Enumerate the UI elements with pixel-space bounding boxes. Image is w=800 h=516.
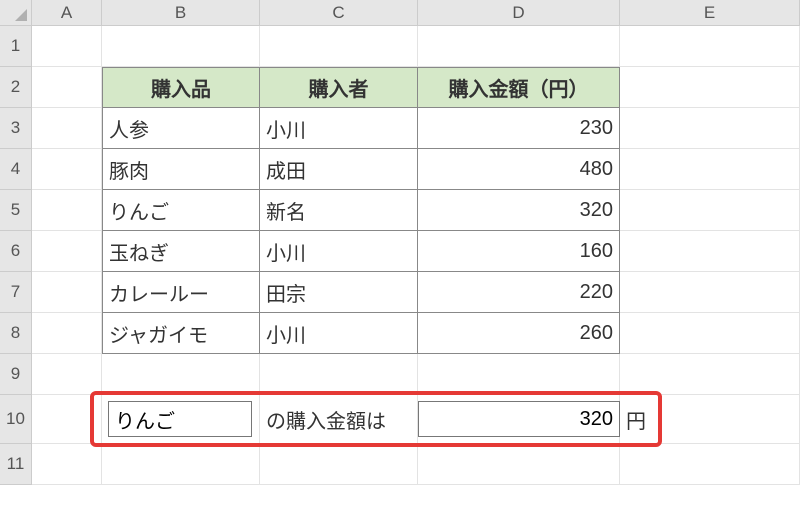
lookup-result-box[interactable]: 320 bbox=[418, 401, 620, 437]
cell-A4[interactable] bbox=[32, 149, 102, 190]
cell-A1[interactable] bbox=[32, 26, 102, 67]
col-header-E[interactable]: E bbox=[620, 0, 800, 26]
cell-D7[interactable]: 220 bbox=[418, 272, 620, 313]
row-header-8[interactable]: 8 bbox=[0, 313, 32, 354]
col-header-D[interactable]: D bbox=[418, 0, 620, 26]
col-header-A[interactable]: A bbox=[32, 0, 102, 26]
cell-A2[interactable] bbox=[32, 67, 102, 108]
lookup-item-box[interactable]: りんご bbox=[108, 401, 252, 437]
cell-E7[interactable] bbox=[620, 272, 800, 313]
cell-E1[interactable] bbox=[620, 26, 800, 67]
row-header-3[interactable]: 3 bbox=[0, 108, 32, 149]
cell-B1[interactable] bbox=[102, 26, 260, 67]
cell-B11[interactable] bbox=[102, 444, 260, 485]
cell-D8[interactable]: 260 bbox=[418, 313, 620, 354]
header-buyer: 購入者 bbox=[309, 73, 369, 102]
cell-E8[interactable] bbox=[620, 313, 800, 354]
cell-C10[interactable]: の購入金額は bbox=[260, 395, 418, 444]
row-header-7[interactable]: 7 bbox=[0, 272, 32, 313]
header-item: 購入品 bbox=[151, 73, 211, 102]
lookup-end-label: 円 bbox=[626, 405, 646, 434]
cell-C9[interactable] bbox=[260, 354, 418, 395]
cell-E10[interactable]: 円 bbox=[620, 395, 800, 444]
cell-A10[interactable] bbox=[32, 395, 102, 444]
cell-B6[interactable]: 玉ねぎ bbox=[102, 231, 260, 272]
cell-D3[interactable]: 230 bbox=[418, 108, 620, 149]
cell-A6[interactable] bbox=[32, 231, 102, 272]
cell-B7[interactable]: カレールー bbox=[102, 272, 260, 313]
cell-D9[interactable] bbox=[418, 354, 620, 395]
cell-C7[interactable]: 田宗 bbox=[260, 272, 418, 313]
col-header-B[interactable]: B bbox=[102, 0, 260, 26]
row-header-10[interactable]: 10 bbox=[0, 395, 32, 444]
cell-A7[interactable] bbox=[32, 272, 102, 313]
cell-A5[interactable] bbox=[32, 190, 102, 231]
cell-B4[interactable]: 豚肉 bbox=[102, 149, 260, 190]
cell-D4[interactable]: 480 bbox=[418, 149, 620, 190]
cell-C8[interactable]: 小川 bbox=[260, 313, 418, 354]
cell-C5[interactable]: 新名 bbox=[260, 190, 418, 231]
row-header-2[interactable]: 2 bbox=[0, 67, 32, 108]
cell-C3[interactable]: 小川 bbox=[260, 108, 418, 149]
row-header-6[interactable]: 6 bbox=[0, 231, 32, 272]
cell-E9[interactable] bbox=[620, 354, 800, 395]
row-header-5[interactable]: 5 bbox=[0, 190, 32, 231]
cell-C6[interactable]: 小川 bbox=[260, 231, 418, 272]
cell-C1[interactable] bbox=[260, 26, 418, 67]
col-header-C[interactable]: C bbox=[260, 0, 418, 26]
cell-A3[interactable] bbox=[32, 108, 102, 149]
cell-E3[interactable] bbox=[620, 108, 800, 149]
cell-B5[interactable]: りんご bbox=[102, 190, 260, 231]
row-header-11[interactable]: 11 bbox=[0, 444, 32, 485]
row-header-9[interactable]: 9 bbox=[0, 354, 32, 395]
cell-D2[interactable]: 購入金額（円） bbox=[418, 67, 620, 108]
cell-A8[interactable] bbox=[32, 313, 102, 354]
select-all-corner[interactable] bbox=[0, 0, 32, 26]
row-header-1[interactable]: 1 bbox=[0, 26, 32, 67]
cell-B3[interactable]: 人参 bbox=[102, 108, 260, 149]
cell-B9[interactable] bbox=[102, 354, 260, 395]
cell-C2[interactable]: 購入者 bbox=[260, 67, 418, 108]
cell-D11[interactable] bbox=[418, 444, 620, 485]
cell-C4[interactable]: 成田 bbox=[260, 149, 418, 190]
cell-B2[interactable]: 購入品 bbox=[102, 67, 260, 108]
cell-D1[interactable] bbox=[418, 26, 620, 67]
cell-E11[interactable] bbox=[620, 444, 800, 485]
cell-B8[interactable]: ジャガイモ bbox=[102, 313, 260, 354]
cell-D5[interactable]: 320 bbox=[418, 190, 620, 231]
cell-D6[interactable]: 160 bbox=[418, 231, 620, 272]
cell-A9[interactable] bbox=[32, 354, 102, 395]
row-header-4[interactable]: 4 bbox=[0, 149, 32, 190]
cell-A11[interactable] bbox=[32, 444, 102, 485]
cell-E2[interactable] bbox=[620, 67, 800, 108]
lookup-mid-label: の購入金額は bbox=[266, 405, 386, 434]
header-amount: 購入金額（円） bbox=[449, 73, 589, 102]
cell-E5[interactable] bbox=[620, 190, 800, 231]
cell-E6[interactable] bbox=[620, 231, 800, 272]
cell-E4[interactable] bbox=[620, 149, 800, 190]
cell-C11[interactable] bbox=[260, 444, 418, 485]
